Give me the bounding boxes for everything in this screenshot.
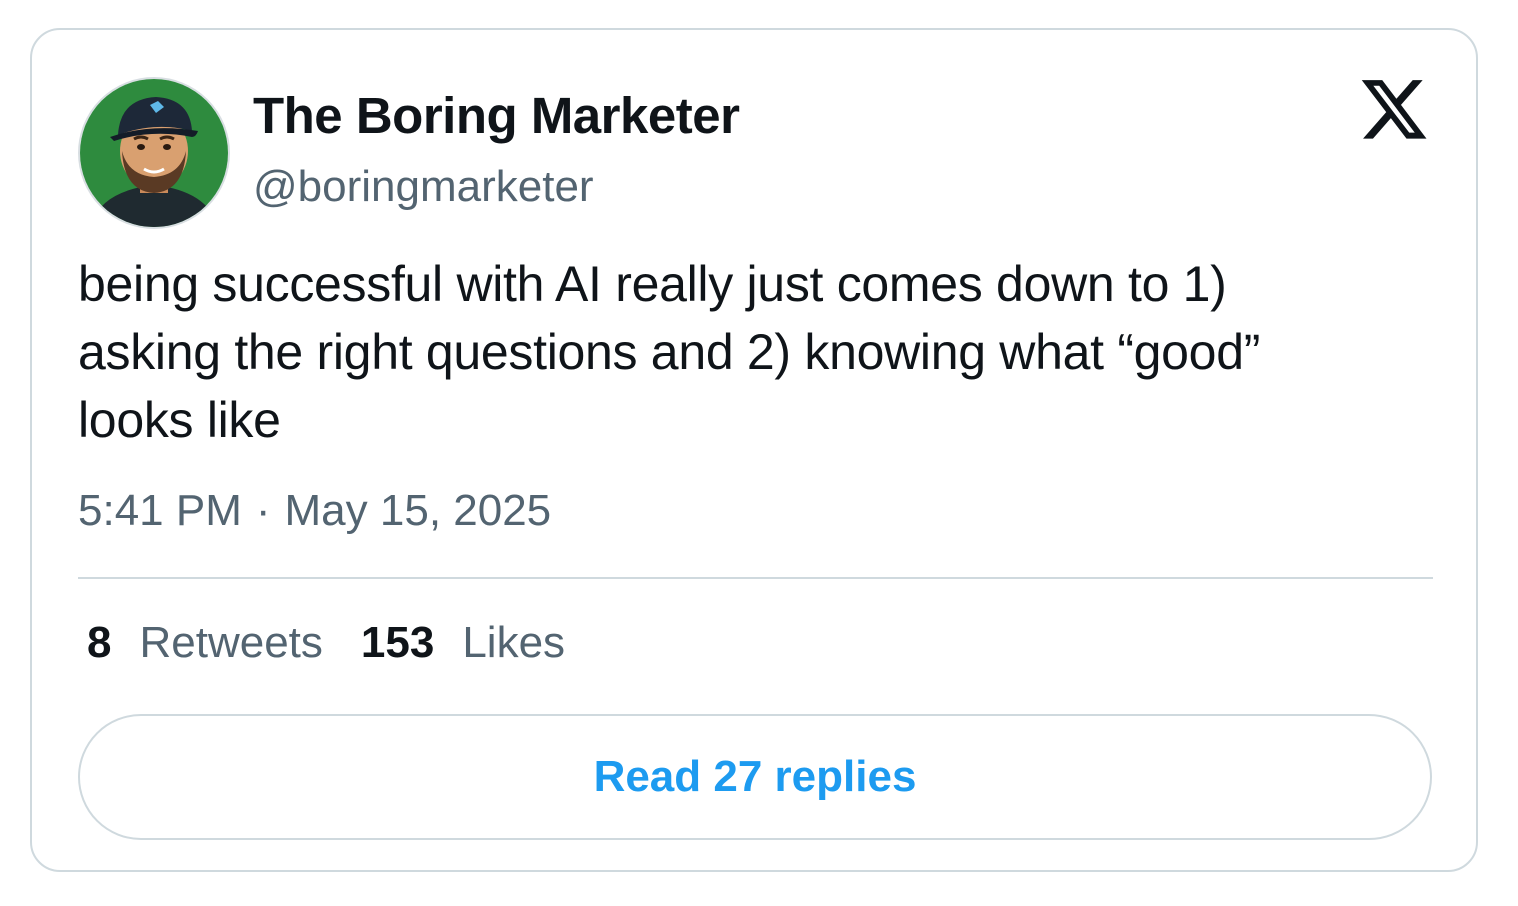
tweet-text: being successful with AI really just com… <box>78 250 1438 454</box>
tweet-text-line: looks like <box>78 392 281 448</box>
likes-label[interactable]: Likes <box>462 618 565 667</box>
tweet-stats: 8 Retweets 153 Likes <box>87 618 565 668</box>
author-display-name[interactable]: The Boring Marketer <box>253 86 740 145</box>
tweet-timestamp[interactable]: 5:41 PM · May 15, 2025 <box>78 486 551 536</box>
x-logo-icon[interactable] <box>1358 80 1430 148</box>
retweets-count[interactable]: 8 <box>87 618 111 667</box>
divider <box>78 577 1433 579</box>
tweet-date: May 15, 2025 <box>284 486 552 535</box>
author-handle[interactable]: @boringmarketer <box>253 162 594 212</box>
avatar[interactable] <box>78 77 230 229</box>
read-replies-label: Read 27 replies <box>593 752 917 801</box>
read-replies-button[interactable]: Read 27 replies <box>78 714 1432 840</box>
tweet-time: 5:41 PM <box>78 486 242 535</box>
avatar-illustration <box>80 79 228 227</box>
tweet-text-line: asking the right questions and 2) knowin… <box>78 324 1261 380</box>
tweet-text-line: being successful with AI really just com… <box>78 256 1227 312</box>
retweets-label[interactable]: Retweets <box>139 618 322 667</box>
likes-count[interactable]: 153 <box>361 618 434 667</box>
meta-separator: · <box>255 486 271 535</box>
